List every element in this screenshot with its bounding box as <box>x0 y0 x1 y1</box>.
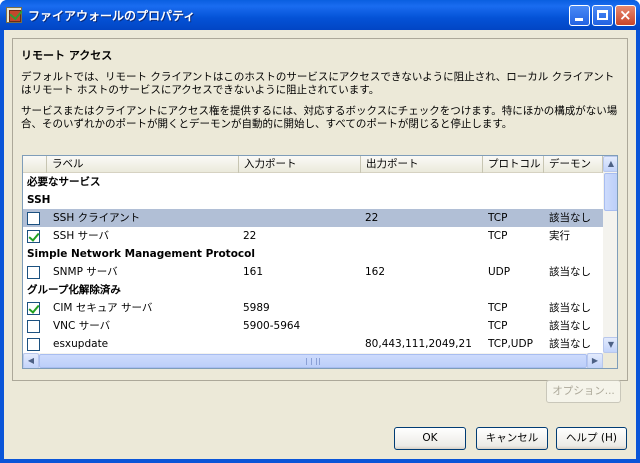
minimize-icon <box>575 18 583 21</box>
row-daemon: 該当なし <box>549 302 591 314</box>
group-label: グループ化解除済み <box>27 284 121 296</box>
maximize-icon <box>597 10 608 20</box>
arrow-down-icon: ▼ <box>607 340 615 349</box>
firewall-properties-window: ファイアウォールのプロパティ × リモート アクセス デフォルトでは、リモート … <box>0 0 640 463</box>
row-daemon: 該当なし <box>549 266 591 278</box>
vnc-server-checkbox[interactable] <box>27 320 40 333</box>
row-label: SSH サーバ <box>53 230 109 242</box>
ssh-server-checkbox[interactable] <box>27 230 40 243</box>
group-label: SSH <box>27 194 51 206</box>
row-esxupdate[interactable]: esxupdate 80,443,111,2049,21 TCP,UDP 該当な… <box>23 335 603 353</box>
remote-access-group: リモート アクセス デフォルトでは、リモート クライアントはこのホストのサービス… <box>12 38 628 381</box>
row-protocol: TCP <box>488 212 508 224</box>
row-in-port: 22 <box>243 230 257 242</box>
column-header-label[interactable]: ラベル <box>47 156 239 173</box>
snmp-server-checkbox[interactable] <box>27 266 40 279</box>
arrow-left-icon: ◀ <box>27 356 35 365</box>
column-header-check[interactable] <box>23 156 47 173</box>
description-paragraph-1: デフォルトでは、リモート クライアントはこのホストのサービスにアクセスできないよ… <box>21 71 615 96</box>
group-row-required: 必要なサービス <box>23 173 603 191</box>
row-protocol: TCP <box>488 230 508 242</box>
help-button[interactable]: ヘルプ (H) <box>556 427 627 450</box>
scroll-up-button[interactable]: ▲ <box>603 156 617 172</box>
group-label: Simple Network Management Protocol <box>27 248 255 260</box>
services-list[interactable]: ラベル 入力ポート 出力ポート プロトコル デーモン 必要なサービス SSH S… <box>22 155 618 369</box>
scroll-left-button[interactable]: ◀ <box>23 353 39 368</box>
vertical-scroll-thumb[interactable] <box>604 173 617 211</box>
row-in-port: 5900-5964 <box>243 320 301 332</box>
row-in-port: 5989 <box>243 302 270 314</box>
row-ssh-client[interactable]: SSH クライアント 22 TCP 該当なし <box>23 209 603 227</box>
row-out-port: 80,443,111,2049,21 <box>365 338 472 350</box>
row-daemon: 該当なし <box>549 212 591 224</box>
row-ssh-server[interactable]: SSH サーバ 22 TCP 実行 <box>23 227 603 245</box>
vertical-scrollbar[interactable]: ▲ ▼ <box>603 156 617 353</box>
row-label: VNC サーバ <box>53 320 111 332</box>
row-label: SNMP サーバ <box>53 266 118 278</box>
column-header-protocol[interactable]: プロトコル <box>483 156 544 173</box>
column-header-daemon[interactable]: デーモン <box>544 156 603 173</box>
close-button[interactable]: × <box>615 5 636 26</box>
row-out-port: 22 <box>365 212 379 224</box>
row-label: CIM セキュア サーバ <box>53 302 153 314</box>
cancel-button[interactable]: キャンセル <box>476 427 548 450</box>
close-icon: × <box>619 6 632 24</box>
group-row-snmp: Simple Network Management Protocol <box>23 245 603 263</box>
row-protocol: UDP <box>488 266 511 278</box>
row-daemon: 実行 <box>549 230 570 242</box>
firewall-icon <box>6 7 22 23</box>
row-cim-secure-server[interactable]: CIM セキュア サーバ 5989 TCP 該当なし <box>23 299 603 317</box>
row-label: SSH クライアント <box>53 212 141 224</box>
scroll-right-button[interactable]: ▶ <box>587 353 603 368</box>
window-title: ファイアウォールのプロパティ <box>28 9 196 23</box>
group-label: 必要なサービス <box>27 176 101 188</box>
esxupdate-checkbox[interactable] <box>27 338 40 351</box>
horizontal-scrollbar[interactable]: ◀ ▶ <box>23 353 603 368</box>
dialog-body: リモート アクセス デフォルトでは、リモート クライアントはこのホストのサービス… <box>4 30 636 459</box>
arrow-right-icon: ▶ <box>591 356 599 365</box>
row-protocol: TCP <box>488 302 508 314</box>
title-bar[interactable]: ファイアウォールのプロパティ × <box>0 0 640 30</box>
row-label: esxupdate <box>53 338 109 350</box>
grip-icon <box>306 358 320 365</box>
group-row-ssh: SSH <box>23 191 603 209</box>
row-snmp-server[interactable]: SNMP サーバ 161 162 UDP 該当なし <box>23 263 603 281</box>
row-protocol: TCP <box>488 320 508 332</box>
section-heading: リモート アクセス <box>21 49 113 62</box>
scroll-corner <box>603 353 617 368</box>
maximize-button[interactable] <box>592 5 613 26</box>
cim-secure-server-checkbox[interactable] <box>27 302 40 315</box>
row-protocol: TCP,UDP <box>488 338 533 350</box>
description-paragraph-2: サービスまたはクライアントにアクセス権を提供するには、対応するボックスにチェック… <box>21 105 618 130</box>
column-header-in-port[interactable]: 入力ポート <box>239 156 361 173</box>
scroll-down-button[interactable]: ▼ <box>603 337 617 353</box>
row-out-port: 162 <box>365 266 386 278</box>
row-in-port: 161 <box>243 266 264 278</box>
row-daemon: 該当なし <box>549 320 591 332</box>
group-row-ungrouped: グループ化解除済み <box>23 281 603 299</box>
row-daemon: 該当なし <box>549 338 591 350</box>
ssh-client-checkbox[interactable] <box>27 212 40 225</box>
ok-button[interactable]: OK <box>394 427 466 450</box>
list-header: ラベル 入力ポート 出力ポート プロトコル デーモン <box>23 156 603 173</box>
arrow-up-icon: ▲ <box>607 159 615 168</box>
options-button[interactable]: オプション... <box>546 380 621 403</box>
horizontal-scroll-thumb[interactable] <box>39 354 587 368</box>
column-header-out-port[interactable]: 出力ポート <box>361 156 483 173</box>
row-vnc-server[interactable]: VNC サーバ 5900-5964 TCP 該当なし <box>23 317 603 335</box>
minimize-button[interactable] <box>569 5 590 26</box>
